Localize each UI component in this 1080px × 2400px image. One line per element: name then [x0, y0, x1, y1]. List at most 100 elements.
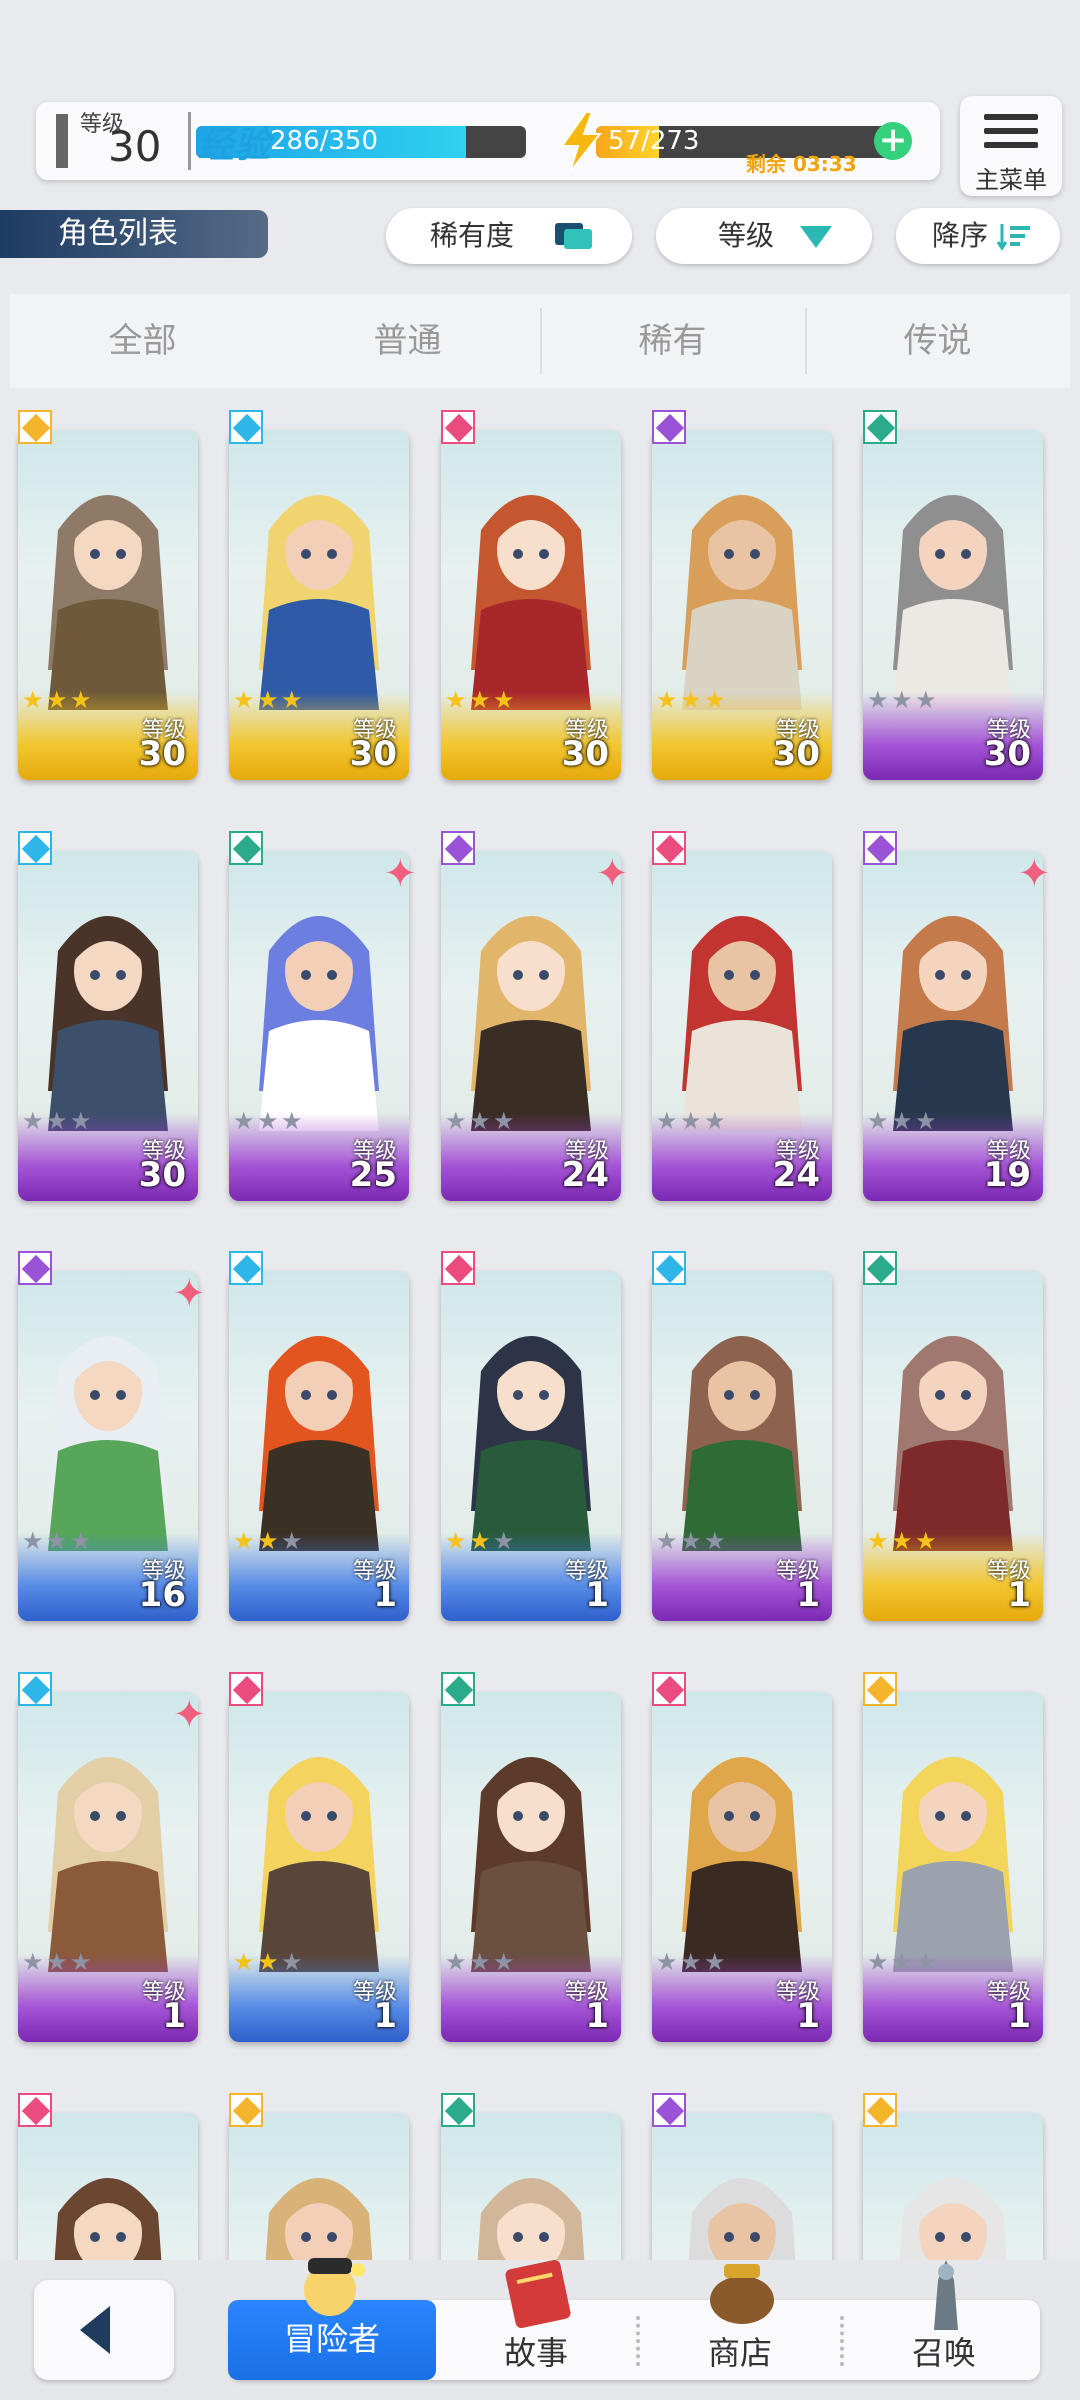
- character-card[interactable]: ★ ★ ★ 等级 1: [863, 1672, 1043, 2042]
- character-card[interactable]: ★ ★ ★ 等级 1: [229, 1251, 409, 1621]
- star-icon: ★: [46, 1527, 68, 1555]
- character-card[interactable]: ★ ★ ★ 等级 1: [229, 1672, 409, 2042]
- new-sparkle-icon: ✦: [172, 1271, 206, 1317]
- star-icon: ★: [493, 1107, 515, 1135]
- star-icon: ★: [445, 1527, 467, 1555]
- character-portrait: [682, 1757, 802, 1972]
- element-icon: [18, 2093, 52, 2127]
- star-icon: ★: [22, 1107, 44, 1135]
- tab-rare[interactable]: 稀有: [540, 294, 805, 388]
- card-level-value: 30: [772, 734, 820, 774]
- star-icon: ★: [70, 1527, 92, 1555]
- tab-all[interactable]: 全部: [10, 294, 275, 388]
- star-icon: ★: [656, 1948, 678, 1976]
- character-card[interactable]: [229, 2093, 409, 2260]
- element-gem-icon: [866, 834, 896, 864]
- character-card[interactable]: ✦ ★ ★ ★ 等级 16: [18, 1251, 206, 1621]
- element-icon: [863, 831, 897, 865]
- star-icon: ★: [46, 1948, 68, 1976]
- add-stamina-button[interactable]: +: [874, 122, 912, 160]
- main-menu-button[interactable]: 主菜单: [960, 96, 1062, 196]
- character-card[interactable]: [441, 2093, 621, 2260]
- character-card[interactable]: [863, 2093, 1043, 2260]
- character-card[interactable]: ✦ ★ ★ ★ 等级 19: [863, 831, 1051, 1201]
- nav-adventurer[interactable]: 冒险者: [228, 2258, 436, 2380]
- character-card[interactable]: ✦ ★ ★ ★ 等级 24: [441, 831, 629, 1201]
- sort-level-button[interactable]: 等级: [656, 208, 872, 264]
- element-gem-icon: [444, 1254, 474, 1284]
- new-sparkle-icon: ✦: [383, 851, 417, 897]
- star-icon: ★: [469, 1107, 491, 1135]
- element-gem-icon: [232, 1254, 262, 1284]
- character-portrait: [259, 916, 379, 1131]
- character-portrait: [471, 916, 591, 1131]
- character-card[interactable]: ★ ★ ★ 等级 30: [18, 410, 198, 780]
- star-icon: ★: [46, 686, 68, 714]
- nav-shop[interactable]: 商店: [640, 2264, 840, 2380]
- character-portrait: [259, 1336, 379, 1551]
- card-level-value: 16: [138, 1575, 186, 1615]
- character-card[interactable]: ★ ★ ★ 等级 1: [441, 1672, 621, 2042]
- sort-order-button[interactable]: 降序: [896, 208, 1060, 264]
- card-level-value: 1: [796, 1575, 820, 1615]
- star-icon: ★: [915, 1527, 937, 1555]
- character-card[interactable]: ★ ★ ★ 等级 30: [863, 410, 1043, 780]
- element-icon: [652, 831, 686, 865]
- star-icon: ★: [493, 686, 515, 714]
- triangle-down-icon: [800, 226, 832, 248]
- star-icon: ★: [915, 1948, 937, 1976]
- star-icon: ★: [493, 1948, 515, 1976]
- nav-shop-label: 商店: [707, 2334, 772, 2372]
- character-card[interactable]: ★ ★ ★ 等级 30: [652, 410, 832, 780]
- character-card[interactable]: ★ ★ ★ 等级 1: [441, 1251, 621, 1621]
- character-card[interactable]: ★ ★ ★ 等级 1: [863, 1251, 1043, 1621]
- character-card[interactable]: ★ ★ ★ 等级 1: [652, 1251, 832, 1621]
- character-card[interactable]: ✦ ★ ★ ★ 等级 25: [229, 831, 417, 1201]
- element-gem-icon: [444, 1675, 474, 1705]
- card-level-value: 1: [1007, 1996, 1031, 2036]
- character-card[interactable]: [652, 2093, 832, 2260]
- character-portrait: [48, 1336, 168, 1551]
- star-icon: ★: [680, 1107, 702, 1135]
- character-card[interactable]: ★ ★ ★ 等级 30: [441, 410, 621, 780]
- element-gem-icon: [655, 834, 685, 864]
- star-icon: ★: [445, 686, 467, 714]
- character-portrait: [471, 1757, 591, 1972]
- element-icon: [652, 2093, 686, 2127]
- star-icon: ★: [281, 1107, 303, 1135]
- tab-legendary[interactable]: 传说: [805, 294, 1070, 388]
- star-icon: ★: [233, 1527, 255, 1555]
- character-card[interactable]: ✦ ★ ★ ★ 等级 1: [18, 1672, 206, 2042]
- character-portrait: [893, 916, 1013, 1131]
- element-gem-icon: [866, 1675, 896, 1705]
- nav-story[interactable]: 故事: [436, 2259, 636, 2380]
- character-card-bg: [18, 2113, 198, 2260]
- star-icon: ★: [70, 686, 92, 714]
- character-card-bg: [863, 2113, 1043, 2260]
- main-menu-label: 主菜单: [975, 166, 1047, 194]
- card-level-value: 1: [585, 1575, 609, 1615]
- element-gem-icon: [21, 1675, 51, 1705]
- star-icon: ★: [704, 1948, 726, 1976]
- back-button[interactable]: [34, 2280, 174, 2380]
- exp-value: 286/350: [270, 126, 379, 156]
- star-icon: ★: [680, 686, 702, 714]
- element-icon: [18, 1672, 52, 1706]
- nav-summon[interactable]: 召唤: [844, 2260, 1044, 2380]
- tab-common[interactable]: 普通: [275, 294, 540, 388]
- character-card[interactable]: ★ ★ ★ 等级 30: [229, 410, 409, 780]
- star-icon: ★: [891, 686, 913, 714]
- card-level-value: 30: [138, 734, 186, 774]
- character-card[interactable]: ★ ★ ★ 等级 30: [18, 831, 198, 1201]
- element-icon: [863, 2093, 897, 2127]
- character-card[interactable]: ★ ★ ★ 等级 1: [652, 1672, 832, 2042]
- sort-rarity-button[interactable]: 稀有度: [386, 208, 632, 264]
- star-icon: ★: [656, 1107, 678, 1135]
- level-value: 30: [108, 122, 162, 171]
- character-card[interactable]: ★ ★ ★ 等级 24: [652, 831, 832, 1201]
- element-gem-icon: [232, 413, 262, 443]
- element-gem-icon: [21, 413, 51, 443]
- character-card[interactable]: [18, 2093, 198, 2260]
- character-portrait: [265, 2178, 373, 2260]
- element-icon: [441, 1672, 475, 1706]
